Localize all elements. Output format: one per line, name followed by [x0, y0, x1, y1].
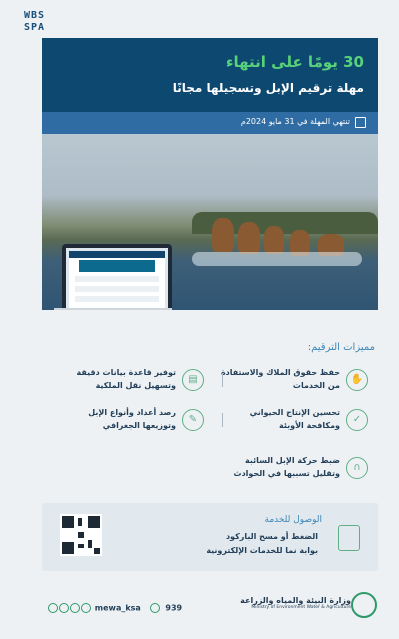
calendar-icon: [355, 117, 366, 128]
youtube-icon[interactable]: [70, 603, 80, 613]
screen-banner: [79, 260, 155, 272]
screen-row: [75, 286, 159, 292]
laptop-base: [54, 308, 172, 310]
ministry-logo: [351, 592, 377, 618]
ministry-name-ar: وزارة البيئة والمياه والزراعة: [240, 596, 351, 605]
social-handle[interactable]: mewa_ksa: [95, 604, 141, 613]
poster: WBS SPA 30 يومًا على انتهاء مهلة ترقيم ا…: [0, 0, 399, 639]
hero-header: 30 يومًا على انتهاء مهلة ترقيم الإبل وتس…: [42, 38, 378, 112]
features-title: مميزات الترقيم:: [307, 342, 375, 353]
spa-logo-line1: WBS: [24, 10, 46, 21]
feature-item: ∩ ضبط حركة الإبل السائبة وتقليل تسببها ف…: [218, 454, 368, 484]
feature-item: ▤ توفير قاعدة بيانات دقيقة وتسهيل نقل ال…: [54, 366, 204, 396]
feature-text: تحسين الإنتاج الحيواني ومكافحة الأوبئة: [249, 408, 340, 430]
phone-scan-icon: [338, 525, 360, 551]
qr-code[interactable]: [60, 514, 102, 556]
feature-item: ✎ رصد أعداد وأنواع الإبل وتوزيعها الجغرا…: [54, 406, 204, 436]
deadline-bar: تنتهي المهلة في 31 مايو 2024م: [42, 112, 378, 134]
feature-divider: [222, 413, 223, 427]
hero-banner: 30 يومًا على انتهاء مهلة ترقيم الإبل وتس…: [42, 38, 378, 310]
ministry-name-en: Ministry of Environment Water & Agricult…: [251, 605, 351, 610]
social-bar: mewa_ksa 939: [48, 603, 182, 613]
laptop-screen: [69, 251, 165, 310]
laptop-mockup: [62, 244, 172, 310]
ministry-block: وزارة البيئة والمياه والزراعة Ministry o…: [240, 596, 351, 610]
feature-divider: [222, 373, 223, 387]
subheadline: مهلة ترقيم الإبل وتسجيلها مجانًا: [172, 81, 364, 95]
phone-number[interactable]: 939: [165, 604, 182, 613]
linkedin-icon[interactable]: [59, 603, 69, 613]
water-splash: [192, 252, 362, 266]
spa-logo-line2: SPA: [24, 22, 46, 33]
feature-text: حفظ حقوق الملاك والاستفادة من الخدمات: [220, 368, 340, 390]
handshake-icon: ✋: [346, 369, 368, 391]
headline: 30 يومًا على انتهاء: [225, 53, 364, 71]
camels-photo: [42, 134, 378, 310]
access-box: الوصول للخدمة الضغط أو مسح الباركود بواب…: [42, 503, 378, 571]
feature-item: ✋ حفظ حقوق الملاك والاستفادة من الخدمات: [218, 366, 368, 396]
x-icon[interactable]: [48, 603, 58, 613]
feature-text: ضبط حركة الإبل السائبة وتقليل تسببها في …: [233, 456, 340, 478]
camel-figure: [264, 226, 284, 254]
screen-row: [75, 276, 159, 282]
spa-logo: WBS SPA: [24, 10, 56, 36]
screen-header: [69, 251, 165, 258]
camel-figure: [212, 218, 234, 252]
access-item-portal[interactable]: بوابة نما للخدمات الإلكترونية: [206, 546, 318, 555]
deadline-text: تنتهي المهلة في 31 مايو 2024م: [240, 117, 350, 126]
shield-check-icon: ✓: [346, 409, 368, 431]
access-item-barcode: الضغط أو مسح الباركود: [225, 532, 318, 541]
phone-icon: [149, 603, 160, 613]
camel-figure: [238, 222, 260, 254]
camel-icon: ∩: [346, 457, 368, 479]
feature-text: رصد أعداد وأنواع الإبل وتوزيعها الجغرافي: [88, 408, 176, 430]
feature-text: توفير قاعدة بيانات دقيقة وتسهيل نقل المل…: [76, 368, 176, 390]
instagram-icon[interactable]: [81, 603, 91, 613]
database-icon: ▤: [182, 369, 204, 391]
screen-row: [75, 296, 159, 302]
access-title: الوصول للخدمة: [264, 515, 323, 525]
feature-item: ✓ تحسين الإنتاج الحيواني ومكافحة الأوبئة: [218, 406, 368, 436]
document-edit-icon: ✎: [182, 409, 204, 431]
